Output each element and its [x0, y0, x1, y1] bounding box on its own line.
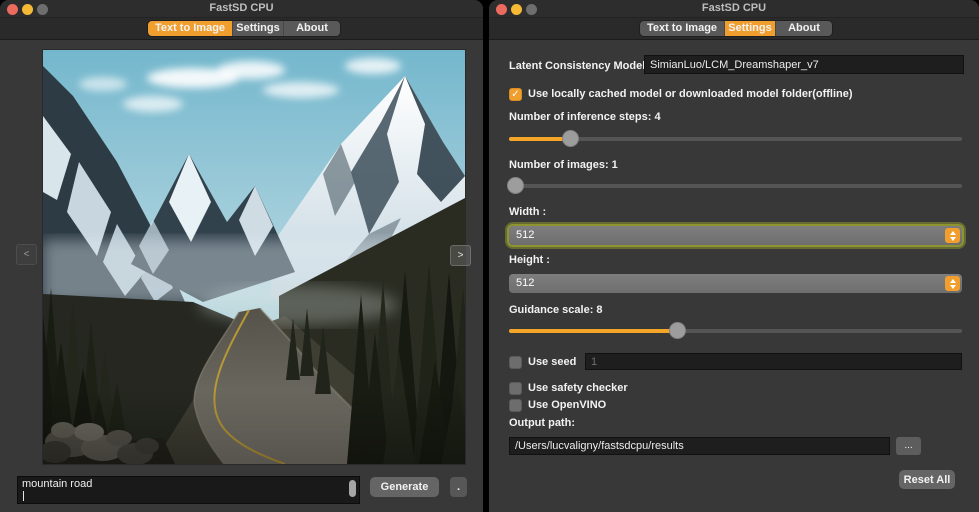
- window-text-to-image: FastSD CPU Text to Image Settings About: [0, 0, 483, 512]
- seed-input[interactable]: [585, 353, 962, 370]
- images-slider-thumb[interactable]: [507, 177, 524, 194]
- window-title: FastSD CPU: [489, 2, 979, 14]
- images-label: Number of images: 1: [509, 159, 618, 172]
- more-button[interactable]: .: [450, 477, 467, 497]
- next-image-button[interactable]: >: [450, 245, 471, 266]
- model-label: Latent Consistency Model:: [509, 60, 649, 73]
- tab-settings[interactable]: Settings: [232, 21, 283, 36]
- guidance-slider[interactable]: [509, 329, 962, 333]
- steps-slider-thumb[interactable]: [562, 130, 579, 147]
- reset-all-button[interactable]: Reset All: [899, 470, 955, 489]
- cache-checkbox-label[interactable]: Use locally cached model or downloaded m…: [528, 88, 853, 101]
- stepper-icon[interactable]: [945, 276, 960, 291]
- window-settings: FastSD CPU Text to Image Settings About …: [489, 0, 979, 512]
- model-input[interactable]: [644, 55, 964, 74]
- mountain-road-illustration: [43, 50, 465, 464]
- openvino-checkbox[interactable]: [509, 399, 522, 412]
- titlebar[interactable]: FastSD CPU: [0, 0, 483, 18]
- tab-text-to-image[interactable]: Text to Image: [148, 21, 232, 36]
- openvino-label[interactable]: Use OpenVINO: [528, 399, 606, 412]
- guidance-slider-thumb[interactable]: [669, 322, 686, 339]
- window-title: FastSD CPU: [0, 2, 483, 14]
- width-label: Width :: [509, 206, 546, 219]
- images-slider[interactable]: [509, 184, 962, 188]
- guidance-label: Guidance scale: 8: [509, 304, 603, 317]
- generate-button[interactable]: Generate: [370, 477, 439, 497]
- cache-checkbox[interactable]: ✓: [509, 88, 522, 101]
- prompt-text: mountain road: [22, 478, 92, 491]
- previous-image-button[interactable]: <: [16, 244, 37, 265]
- tab-about[interactable]: About: [283, 21, 340, 36]
- safety-checker-label[interactable]: Use safety checker: [528, 382, 628, 395]
- tab-text-to-image[interactable]: Text to Image: [640, 21, 724, 36]
- seed-checkbox-label[interactable]: Use seed: [528, 356, 576, 369]
- tab-settings[interactable]: Settings: [724, 21, 775, 36]
- height-label: Height :: [509, 254, 550, 267]
- stepper-icon[interactable]: [945, 228, 960, 243]
- width-value: 512: [516, 226, 534, 245]
- tab-about[interactable]: About: [775, 21, 832, 36]
- stepper-up-icon: [950, 279, 956, 283]
- tab-segmented-control: Text to Image Settings About: [640, 21, 832, 36]
- prompt-scrollbar-thumb[interactable]: [349, 480, 356, 497]
- safety-checker-checkbox[interactable]: [509, 382, 522, 395]
- generated-image: [43, 50, 465, 464]
- stepper-down-icon: [950, 237, 956, 241]
- height-value: 512: [516, 274, 534, 293]
- width-combo[interactable]: 512: [509, 226, 962, 245]
- tab-bar: Text to Image Settings About: [0, 18, 483, 40]
- output-path-label: Output path:: [509, 417, 575, 430]
- screen: FastSD CPU Text to Image Settings About: [0, 0, 979, 512]
- tab-bar: Text to Image Settings About: [489, 18, 979, 40]
- prompt-input[interactable]: mountain road: [17, 476, 360, 504]
- height-combo[interactable]: 512: [509, 274, 962, 293]
- output-path-input[interactable]: [509, 437, 890, 455]
- steps-slider-fill: [509, 137, 570, 141]
- steps-slider[interactable]: [509, 137, 962, 141]
- guidance-slider-fill: [509, 329, 677, 333]
- stepper-down-icon: [950, 285, 956, 289]
- tab-segmented-control: Text to Image Settings About: [148, 21, 340, 36]
- titlebar[interactable]: FastSD CPU: [489, 0, 979, 18]
- browse-button[interactable]: ...: [896, 437, 921, 455]
- steps-label: Number of inference steps: 4: [509, 111, 661, 124]
- text-caret: [23, 491, 24, 501]
- stepper-up-icon: [950, 231, 956, 235]
- seed-checkbox[interactable]: [509, 356, 522, 369]
